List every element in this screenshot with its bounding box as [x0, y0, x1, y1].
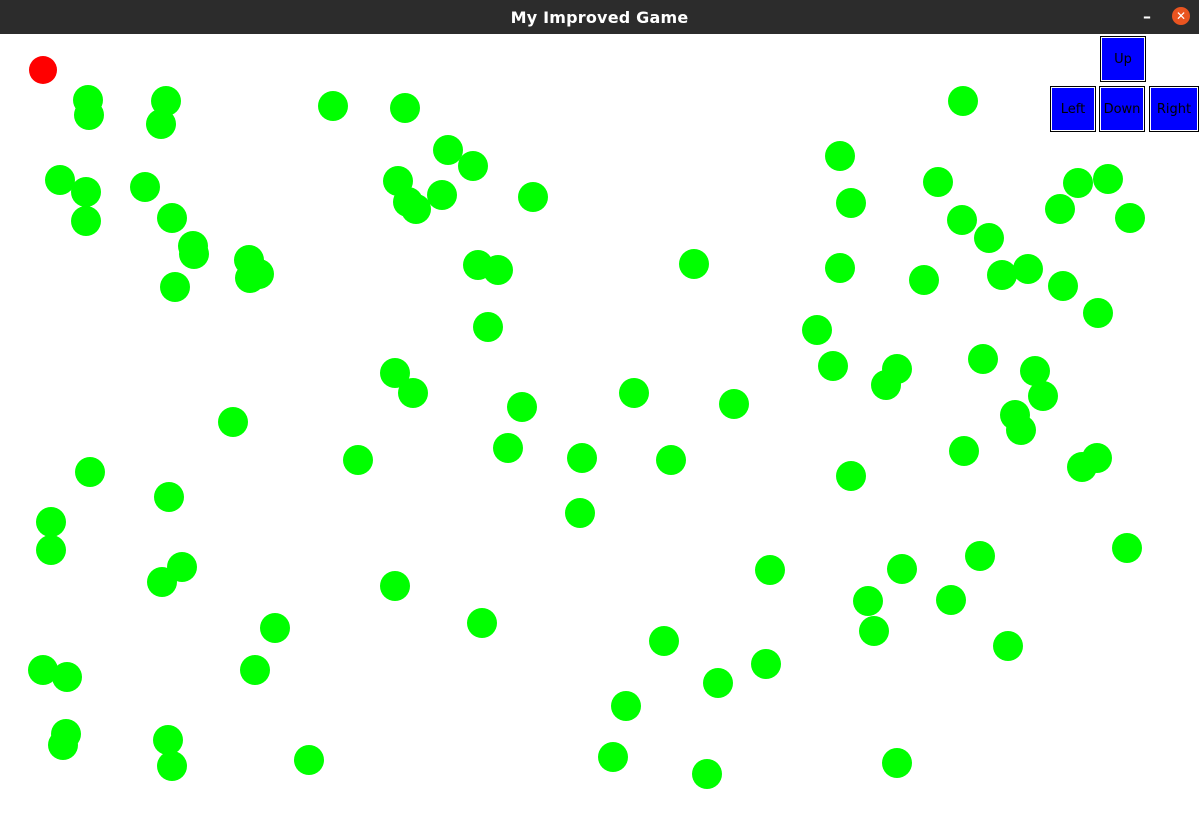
food-dot — [853, 586, 883, 616]
window-title: My Improved Game — [510, 7, 689, 27]
food-dot — [909, 265, 939, 295]
food-dot — [467, 608, 497, 638]
food-dot — [825, 253, 855, 283]
food-dot — [401, 194, 431, 224]
food-dot — [825, 141, 855, 171]
food-dot — [427, 180, 457, 210]
food-dot — [859, 616, 889, 646]
food-dot — [74, 100, 104, 130]
food-dot — [1028, 381, 1058, 411]
food-dot — [1048, 271, 1078, 301]
food-dot — [947, 205, 977, 235]
food-dot — [923, 167, 953, 197]
food-dot — [656, 445, 686, 475]
food-dot — [948, 86, 978, 116]
food-dot — [719, 389, 749, 419]
food-dot — [71, 206, 101, 236]
food-dot — [1112, 533, 1142, 563]
game-field — [28, 56, 1145, 789]
food-dot — [380, 571, 410, 601]
food-dot — [751, 649, 781, 679]
food-dot — [36, 535, 66, 565]
food-dot — [160, 272, 190, 302]
food-dot — [48, 730, 78, 760]
food-dot — [1115, 203, 1145, 233]
game-canvas[interactable]: Up Left Down Right — [0, 34, 1199, 825]
food-dot — [130, 172, 160, 202]
up-button[interactable]: Up — [1100, 36, 1146, 82]
food-dot — [692, 759, 722, 789]
food-dot — [45, 165, 75, 195]
food-dot — [518, 182, 548, 212]
right-button[interactable]: Right — [1149, 86, 1199, 132]
food-dot — [887, 554, 917, 584]
player-dot — [29, 56, 57, 84]
food-dot — [1093, 164, 1123, 194]
food-dot — [260, 613, 290, 643]
food-dot — [836, 188, 866, 218]
food-dot — [75, 457, 105, 487]
food-dot — [1063, 168, 1093, 198]
food-dot — [433, 135, 463, 165]
food-dot — [71, 177, 101, 207]
food-dot — [679, 249, 709, 279]
food-dot — [1067, 452, 1097, 482]
food-dot — [36, 507, 66, 537]
food-dot — [755, 555, 785, 585]
food-dot — [146, 109, 176, 139]
food-dot — [968, 344, 998, 374]
minimize-button[interactable]: – — [1139, 8, 1155, 26]
food-dot — [598, 742, 628, 772]
food-dot — [147, 567, 177, 597]
down-button[interactable]: Down — [1099, 86, 1145, 132]
food-dot — [567, 443, 597, 473]
food-dot — [703, 668, 733, 698]
food-dot — [836, 461, 866, 491]
food-dot — [802, 315, 832, 345]
food-dot — [294, 745, 324, 775]
food-dot — [244, 259, 274, 289]
food-dot — [343, 445, 373, 475]
food-dot — [619, 378, 649, 408]
food-dot — [1083, 298, 1113, 328]
food-dot — [154, 482, 184, 512]
food-dot — [611, 691, 641, 721]
food-dot — [398, 378, 428, 408]
food-dot — [179, 239, 209, 269]
food-dot — [153, 725, 183, 755]
food-dot — [390, 93, 420, 123]
food-dot — [157, 751, 187, 781]
food-dot — [240, 655, 270, 685]
food-dot — [1006, 415, 1036, 445]
food-dot — [993, 631, 1023, 661]
food-dot — [1045, 194, 1075, 224]
food-dot — [818, 351, 848, 381]
food-dot — [649, 626, 679, 656]
food-dot — [949, 436, 979, 466]
food-dot — [157, 203, 187, 233]
food-dot — [507, 392, 537, 422]
food-dot — [458, 151, 488, 181]
food-dot — [1013, 254, 1043, 284]
food-dot — [871, 370, 901, 400]
left-button[interactable]: Left — [1050, 86, 1096, 132]
food-dot — [936, 585, 966, 615]
title-bar: My Improved Game – ✕ — [0, 0, 1199, 34]
food-dot — [987, 260, 1017, 290]
close-button[interactable]: ✕ — [1172, 7, 1190, 25]
food-dot — [218, 407, 248, 437]
food-dot — [565, 498, 595, 528]
food-dot — [483, 255, 513, 285]
food-dot — [318, 91, 348, 121]
food-dot — [473, 312, 503, 342]
food-dot — [882, 748, 912, 778]
food-dot — [965, 541, 995, 571]
food-dot — [493, 433, 523, 463]
food-dot — [974, 223, 1004, 253]
food-dot — [52, 662, 82, 692]
